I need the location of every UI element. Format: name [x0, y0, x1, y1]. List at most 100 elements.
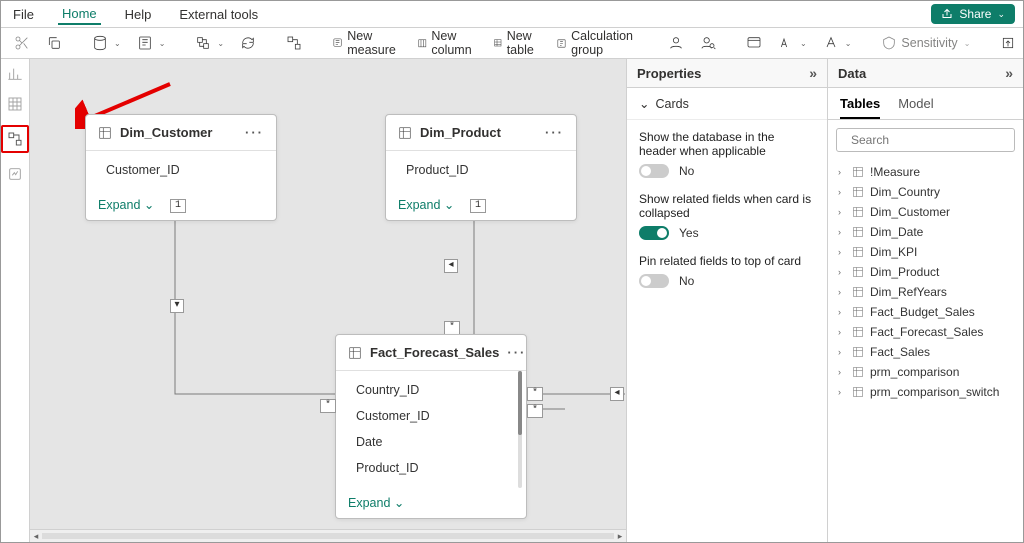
cardinality-one: 1	[170, 199, 186, 213]
card-expand-button[interactable]: Expand ⌄	[336, 487, 526, 518]
new-table-label: New table	[507, 29, 540, 57]
search-input[interactable]	[849, 132, 1008, 148]
manage-relationships-button[interactable]	[281, 32, 307, 54]
table-tree-item[interactable]: › Dim_Customer	[832, 202, 1019, 222]
filter-direction-icon: ◂	[444, 259, 458, 273]
field-country-id[interactable]: Country_ID	[336, 377, 526, 403]
chevron-down-icon: ⌄	[444, 198, 454, 212]
calc-group-button[interactable]: Calculation group	[551, 26, 643, 60]
field-date[interactable]: Date	[336, 429, 526, 455]
transform-data-button[interactable]: ⌄	[190, 32, 229, 54]
chevron-right-icon: ›	[838, 307, 846, 317]
canvas-hscroll[interactable]: ◂ ▸	[30, 529, 626, 542]
scrollbar-thumb[interactable]	[518, 371, 522, 435]
collapse-panel-button[interactable]: »	[809, 65, 817, 81]
view-switcher	[1, 59, 30, 542]
table-name: Dim_Customer	[870, 205, 950, 219]
scroll-right-icon[interactable]: ▸	[614, 531, 626, 542]
toggle-show-db-value: No	[679, 164, 694, 178]
calc-group-icon	[556, 35, 567, 51]
text-a-icon	[823, 35, 839, 51]
table-tree-item[interactable]: ›Fact_Budget_Sales	[832, 302, 1019, 322]
field-product-id[interactable]: Product_ID	[386, 157, 576, 183]
table-tree-item[interactable]: ›Fact_Sales	[832, 342, 1019, 362]
sensitivity-label: Sensitivity	[901, 36, 957, 50]
table-view-button[interactable]	[6, 95, 24, 113]
table-icon	[852, 166, 864, 178]
menu-file[interactable]: File	[9, 5, 38, 24]
tab-model[interactable]: Model	[898, 96, 933, 119]
collapse-panel-button[interactable]: »	[1005, 65, 1013, 81]
data-panel: Data » Tables Model ›!Measure›Dim_Countr…	[827, 59, 1023, 542]
table-icon	[852, 306, 864, 318]
table-tree-item[interactable]: ›Dim_KPI	[832, 242, 1019, 262]
menu-home[interactable]: Home	[58, 4, 101, 25]
table-tree-item[interactable]: ›!Measure	[832, 162, 1019, 182]
toggle-pin-fields[interactable]	[639, 274, 669, 288]
refresh-button[interactable]	[235, 32, 261, 54]
table-tree-item[interactable]: ›Dim_Product	[832, 262, 1019, 282]
card-more-button[interactable]: ···	[507, 345, 526, 360]
copy-button[interactable]	[41, 32, 67, 54]
filter-direction-icon: ▾	[170, 299, 184, 313]
menu-help[interactable]: Help	[121, 5, 156, 24]
qna-button[interactable]	[663, 32, 689, 54]
card-fact-forecast-sales[interactable]: Fact_Forecast_Sales ··· Country_ID Custo…	[335, 334, 527, 519]
toggle-show-db[interactable]	[639, 164, 669, 178]
card-title: Dim_Product	[420, 125, 501, 140]
sensitivity-button[interactable]: Sensitivity⌄	[876, 32, 975, 54]
cardinality-one: 1	[470, 199, 486, 213]
get-data-button[interactable]: ⌄	[87, 32, 126, 54]
dax-view-button[interactable]	[6, 165, 24, 183]
model-canvas[interactable]: Dim_Customer ··· Customer_ID Expand ⌄ 1 …	[30, 59, 626, 542]
card-title: Fact_Forecast_Sales	[370, 345, 499, 360]
field-product-id[interactable]: Product_ID	[336, 455, 526, 481]
publish-button[interactable]	[995, 32, 1021, 54]
table-icon	[852, 326, 864, 338]
new-measure-button[interactable]: New measure	[327, 26, 406, 60]
table-tree-item[interactable]: ›Dim_Date	[832, 222, 1019, 242]
chevron-right-icon: ›	[838, 247, 846, 257]
chevron-right-icon: ›	[838, 327, 846, 337]
table-tree-item[interactable]: ›Dim_RefYears	[832, 282, 1019, 302]
scrollbar[interactable]	[518, 371, 522, 488]
card-more-button[interactable]: ···	[545, 125, 564, 140]
report-view-button[interactable]	[6, 65, 24, 83]
tab-tables[interactable]: Tables	[840, 96, 880, 119]
chevron-right-icon: ›	[838, 347, 846, 357]
new-column-button[interactable]: New column	[412, 26, 482, 60]
measure-icon	[332, 35, 343, 51]
cut-button[interactable]	[9, 32, 35, 54]
table-tree-item[interactable]: ›prm_comparison	[832, 362, 1019, 382]
language-button[interactable]	[741, 32, 767, 54]
table-icon	[852, 266, 864, 278]
chevron-right-icon: ›	[838, 227, 846, 237]
linguistic-schema-button[interactable]: ⌄	[773, 32, 812, 54]
chevron-right-icon: ›	[838, 187, 846, 197]
card-more-button[interactable]: ···	[245, 125, 264, 140]
model-view-button[interactable]	[1, 125, 29, 153]
field-customer-id[interactable]: Customer_ID	[86, 157, 276, 183]
scroll-left-icon[interactable]: ◂	[30, 531, 42, 542]
table-tree-item[interactable]: ›prm_comparison_switch	[832, 382, 1019, 402]
excel-button[interactable]: ⌄	[132, 32, 171, 54]
search-box[interactable]	[836, 128, 1015, 152]
cards-section-header[interactable]: ⌄ Cards	[627, 88, 827, 120]
new-measure-label: New measure	[347, 29, 401, 57]
menu-external-tools[interactable]: External tools	[175, 5, 262, 24]
table-name: !Measure	[870, 165, 920, 179]
data-title: Data	[838, 66, 866, 81]
table-tree-item[interactable]: ›Dim_Country	[832, 182, 1019, 202]
chevron-down-icon: ⌄	[800, 39, 807, 48]
text-format-button[interactable]: ⌄	[818, 32, 857, 54]
cardinality-many: *	[527, 387, 543, 401]
field-customer-id[interactable]: Customer_ID	[336, 403, 526, 429]
share-button[interactable]: Share ⌄	[931, 4, 1015, 24]
cardinality-many: *	[444, 321, 460, 335]
chevron-right-icon: ›	[838, 207, 846, 217]
toggle-pin-fields-value: No	[679, 274, 694, 288]
toggle-related-fields[interactable]	[639, 226, 669, 240]
roles-button[interactable]	[695, 32, 721, 54]
new-table-button[interactable]: New table	[488, 26, 545, 60]
table-tree-item[interactable]: ›Fact_Forecast_Sales	[832, 322, 1019, 342]
